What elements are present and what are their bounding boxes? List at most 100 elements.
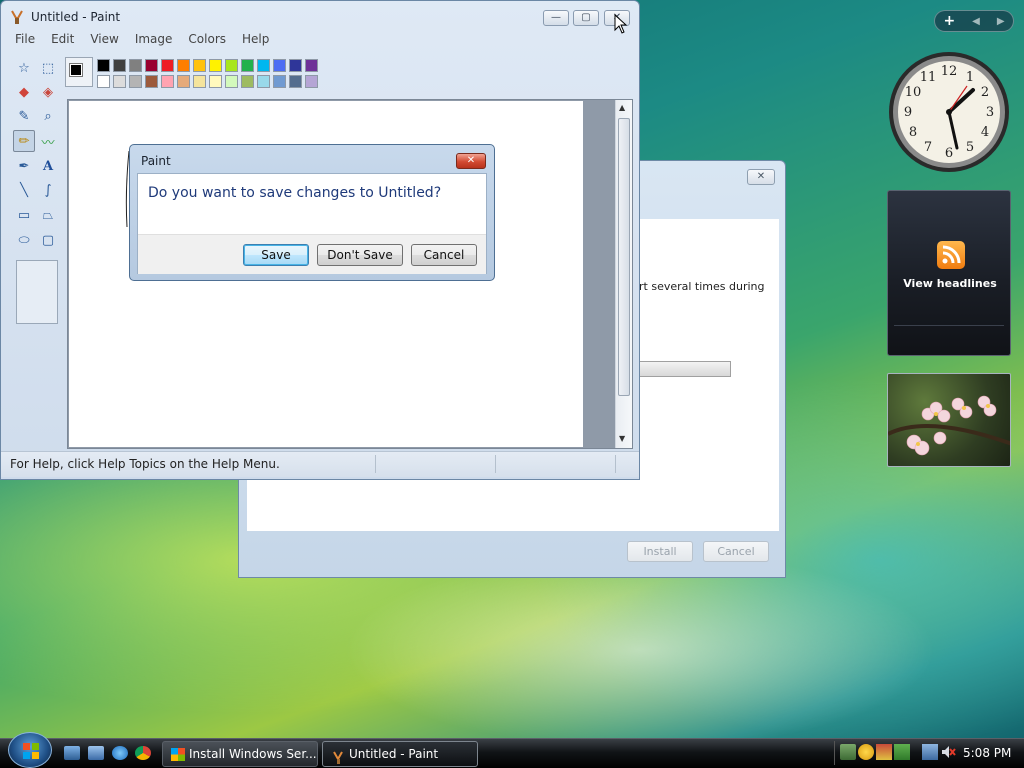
color-swatch[interactable] bbox=[97, 59, 110, 72]
rounded-rect-icon[interactable]: ▢ bbox=[37, 229, 59, 251]
dont-save-button[interactable]: Don't Save bbox=[317, 244, 403, 266]
rectangle-icon[interactable]: ▭ bbox=[13, 204, 35, 226]
free-select-icon[interactable]: ☆ bbox=[13, 57, 35, 79]
fill-icon[interactable]: ◈ bbox=[37, 81, 59, 103]
tool-options-box[interactable] bbox=[16, 260, 58, 324]
polygon-icon[interactable]: ⏢ bbox=[37, 204, 59, 226]
maximize-button[interactable]: ▢ bbox=[573, 10, 599, 26]
internet-explorer-icon[interactable] bbox=[112, 746, 128, 760]
paint-titlebar[interactable]: Untitled - Paint — ▢ ✕ bbox=[1, 1, 639, 31]
flower-photo bbox=[888, 395, 1010, 456]
scroll-thumb[interactable] bbox=[618, 118, 630, 396]
color-swatch[interactable] bbox=[193, 59, 206, 72]
volume-muted-icon[interactable] bbox=[940, 744, 956, 760]
color-swatch[interactable] bbox=[305, 75, 318, 88]
color-swatch[interactable] bbox=[97, 75, 110, 88]
windows-logo-icon bbox=[23, 743, 39, 759]
pencil-icon[interactable]: ✏ bbox=[13, 130, 35, 152]
slideshow-gadget[interactable] bbox=[887, 373, 1011, 467]
svg-text:8: 8 bbox=[909, 125, 917, 140]
color-swatch[interactable] bbox=[177, 59, 190, 72]
magnifier-icon[interactable]: ⌕ bbox=[37, 105, 59, 127]
color-swatch[interactable] bbox=[129, 75, 142, 88]
sidebar-tray-icon[interactable] bbox=[894, 744, 910, 760]
eraser-icon[interactable]: ◆ bbox=[13, 81, 35, 103]
color-swatch[interactable] bbox=[145, 59, 158, 72]
install-button[interactable]: Install bbox=[627, 541, 693, 562]
color-swatch[interactable] bbox=[241, 59, 254, 72]
color-swatch[interactable] bbox=[161, 59, 174, 72]
color-swatch[interactable] bbox=[113, 75, 126, 88]
color-swatch[interactable] bbox=[305, 59, 318, 72]
menu-help[interactable]: Help bbox=[234, 29, 277, 49]
rect-select-icon[interactable]: ⬚ bbox=[37, 57, 59, 79]
sidebar-controls[interactable]: + ◀ ▶ bbox=[934, 10, 1014, 32]
clock-gadget: 12 12 345 678 91011 bbox=[889, 52, 1009, 172]
scroll-up-icon[interactable]: ▲ bbox=[619, 103, 625, 112]
connection-tray-icon[interactable] bbox=[922, 744, 938, 760]
color-swatch[interactable] bbox=[273, 75, 286, 88]
menu-file[interactable]: File bbox=[7, 29, 43, 49]
text-icon[interactable]: A bbox=[37, 155, 59, 177]
color-swatch[interactable] bbox=[177, 75, 190, 88]
airbrush-icon[interactable]: ✒ bbox=[13, 155, 35, 177]
taskbar-item-paint[interactable]: Untitled - Paint bbox=[322, 741, 478, 767]
chrome-icon[interactable] bbox=[135, 746, 151, 760]
taskbar-item-label: Install Windows Ser... bbox=[189, 747, 317, 761]
toolbox: ☆ ⬚ ◆ ◈ ✎ ⌕ ✏ 〰 ✒ A ╲ ∫ ▭ ⏢ ⬭ ▢ bbox=[11, 55, 61, 333]
color-picker-icon[interactable]: ✎ bbox=[13, 105, 35, 127]
color-swatch[interactable] bbox=[225, 75, 238, 88]
add-gadget-icon[interactable]: + bbox=[943, 13, 955, 29]
color-swatch[interactable] bbox=[273, 59, 286, 72]
installer-close-button[interactable]: ✕ bbox=[747, 169, 775, 185]
vertical-scrollbar[interactable]: ▲ ▼ bbox=[615, 100, 632, 448]
installer-cancel-button[interactable]: Cancel bbox=[703, 541, 769, 562]
color-swatch[interactable] bbox=[241, 75, 254, 88]
start-button[interactable] bbox=[8, 732, 52, 768]
color-swatch[interactable] bbox=[289, 59, 302, 72]
color-swatch[interactable] bbox=[225, 59, 238, 72]
ellipse-icon[interactable]: ⬭ bbox=[13, 229, 35, 251]
color-swatch[interactable] bbox=[129, 59, 142, 72]
paint-app-icon bbox=[11, 10, 23, 24]
color-swatch[interactable] bbox=[145, 75, 158, 88]
save-changes-dialog[interactable]: Paint ✕ Do you want to save changes to U… bbox=[129, 144, 495, 281]
color-swatch[interactable] bbox=[113, 59, 126, 72]
menu-colors[interactable]: Colors bbox=[180, 29, 234, 49]
taskbar-clock[interactable]: 5:08 PM bbox=[963, 746, 1011, 760]
color-swatch[interactable] bbox=[209, 75, 222, 88]
taskbar-item-installer[interactable]: Install Windows Ser... bbox=[162, 741, 318, 767]
menu-view[interactable]: View bbox=[82, 29, 126, 49]
previous-page-icon[interactable]: ◀ bbox=[972, 16, 980, 27]
color-swatch[interactable] bbox=[161, 75, 174, 88]
cancel-button[interactable]: Cancel bbox=[411, 244, 477, 266]
mouse-cursor-icon bbox=[614, 14, 628, 34]
network-tray-icon[interactable] bbox=[840, 744, 856, 760]
update-tray-icon[interactable] bbox=[876, 744, 892, 760]
show-desktop-icon[interactable] bbox=[64, 746, 80, 760]
current-colors[interactable] bbox=[65, 57, 93, 87]
color-swatch[interactable] bbox=[193, 75, 206, 88]
color-swatch[interactable] bbox=[257, 75, 270, 88]
dialog-title: Paint bbox=[141, 154, 171, 168]
view-headlines-label[interactable]: View headlines bbox=[888, 277, 1012, 290]
color-swatch[interactable] bbox=[289, 75, 302, 88]
next-page-icon[interactable]: ▶ bbox=[997, 16, 1005, 27]
svg-text:4: 4 bbox=[981, 125, 989, 140]
brush-icon[interactable]: 〰 bbox=[37, 130, 59, 152]
color-swatch[interactable] bbox=[257, 59, 270, 72]
status-separator bbox=[615, 455, 616, 473]
security-tray-icon[interactable] bbox=[858, 744, 874, 760]
scroll-down-icon[interactable]: ▼ bbox=[619, 434, 625, 443]
color-swatch[interactable] bbox=[209, 59, 222, 72]
dialog-close-button[interactable]: ✕ bbox=[456, 153, 486, 169]
minimize-button[interactable]: — bbox=[543, 10, 569, 26]
foreground-color[interactable] bbox=[69, 63, 83, 77]
menu-image[interactable]: Image bbox=[127, 29, 181, 49]
menu-edit[interactable]: Edit bbox=[43, 29, 82, 49]
line-icon[interactable]: ╲ bbox=[13, 179, 35, 201]
save-button[interactable]: Save bbox=[243, 244, 309, 266]
switch-windows-icon[interactable] bbox=[88, 746, 104, 760]
feed-headlines-gadget[interactable]: View headlines bbox=[887, 190, 1011, 356]
curve-icon[interactable]: ∫ bbox=[37, 179, 59, 201]
